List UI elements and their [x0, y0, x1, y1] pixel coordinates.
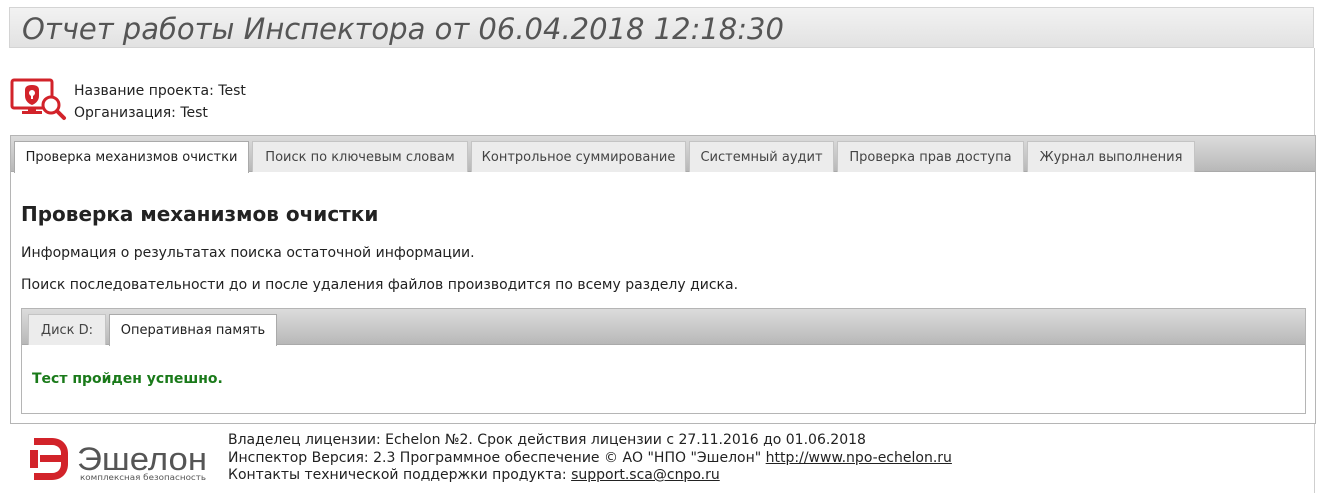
- tab-cleanup-check[interactable]: Проверка механизмов очистки: [14, 141, 249, 173]
- section-heading: Проверка механизмов очистки: [21, 202, 379, 226]
- tab-system-audit[interactable]: Системный аудит: [689, 141, 834, 172]
- project-name-row: Название проекта: Test: [74, 80, 246, 102]
- memory-tabs-panel: Диск D: Оперативная память Тест пройден …: [21, 308, 1306, 414]
- organization-row: Организация: Test: [74, 102, 246, 124]
- footer-info: Владелец лицензии: Echelon №2. Срок дейс…: [228, 432, 952, 485]
- support-label: Контакты технической поддержки продукта:: [228, 467, 567, 483]
- tab-execution-log[interactable]: Журнал выполнения: [1027, 141, 1195, 172]
- brand-tagline: комплексная безопасность: [80, 473, 206, 482]
- tab-checksum[interactable]: Контрольное суммирование: [471, 141, 686, 172]
- website-link[interactable]: http://www.npo-echelon.ru: [766, 450, 952, 466]
- monitor-lock-magnifier-icon: [10, 78, 66, 120]
- echelon-logo: Эшелон комплексная безопасность: [30, 438, 207, 482]
- license-text: Владелец лицензии: Echelon №2. Срок дейс…: [228, 432, 866, 448]
- test-result-status: Тест пройден успешно.: [32, 371, 223, 387]
- project-name-label: Название проекта:: [74, 83, 214, 99]
- report-tab-bar: Проверка механизмов очистки Поиск по клю…: [11, 136, 1315, 173]
- support-email-link[interactable]: support.sca@cnpo.ru: [571, 467, 720, 483]
- organization-label: Организация:: [74, 105, 176, 121]
- version-text: Инспектор Версия: 2.3 Программное обеспе…: [228, 449, 762, 466]
- version-row: Инспектор Версия: 2.3 Программное обеспе…: [228, 450, 952, 468]
- search-note-text: Поиск последовательности до и после удал…: [21, 277, 739, 293]
- report-page: Отчет работы Инспектора от 06.04.2018 12…: [0, 0, 1324, 493]
- memory-tab-bar: Диск D: Оперативная память: [22, 309, 1305, 346]
- brand-name: Эшелон: [77, 441, 207, 477]
- project-info: Название проекта: Test Организация: Test: [74, 80, 246, 124]
- tab-keyword-search[interactable]: Поиск по ключевым словам: [252, 141, 468, 172]
- report-title-bar: Отчет работы Инспектора от 06.04.2018 12…: [9, 7, 1314, 48]
- tab-access-rights[interactable]: Проверка прав доступа: [837, 141, 1024, 172]
- report-tabs-panel: Проверка механизмов очистки Поиск по клю…: [10, 135, 1316, 424]
- page-title: Отчет работы Инспектора от 06.04.2018 12…: [22, 12, 784, 46]
- tab-disk-d[interactable]: Диск D:: [28, 314, 106, 345]
- project-name-value: Test: [218, 83, 246, 99]
- organization-value: Test: [180, 105, 208, 121]
- tab-ram[interactable]: Оперативная память: [109, 314, 277, 346]
- info-text: Информация о результатах поиска остаточн…: [21, 245, 475, 261]
- support-row: Контакты технической поддержки продукта:…: [228, 467, 952, 485]
